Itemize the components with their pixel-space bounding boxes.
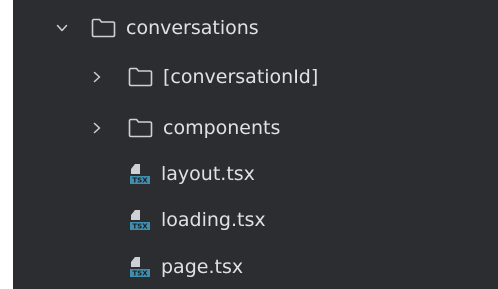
- folder-icon: [128, 118, 153, 138]
- tree-item-loading-tsx[interactable]: TSX loading.tsx: [13, 205, 498, 235]
- chevron-down-icon[interactable]: [55, 21, 69, 35]
- tree-item-components[interactable]: components: [13, 113, 498, 143]
- project-tree-panel: conversations [conversationId] component…: [13, 0, 498, 289]
- tsx-file-icon: TSX: [130, 210, 150, 231]
- svg-text:TSX: TSX: [132, 177, 148, 185]
- tree-item-label: components: [163, 117, 281, 139]
- svg-text:TSX: TSX: [132, 270, 148, 278]
- tree-item-page-tsx[interactable]: TSX page.tsx: [13, 252, 498, 282]
- tree-item-conversations[interactable]: conversations: [13, 13, 498, 43]
- tree-item-label: [conversationId]: [163, 66, 319, 88]
- chevron-right-icon[interactable]: [90, 70, 104, 84]
- tree-item-label: layout.tsx: [161, 163, 255, 185]
- tsx-file-icon: TSX: [130, 257, 150, 278]
- folder-icon: [128, 67, 153, 87]
- tree-item-label: conversations: [126, 17, 259, 39]
- tsx-file-icon: TSX: [130, 164, 150, 185]
- tree-item-label: loading.tsx: [161, 209, 266, 231]
- chevron-right-icon[interactable]: [90, 121, 104, 135]
- tree-item-label: page.tsx: [161, 256, 244, 278]
- tree-item-layout-tsx[interactable]: TSX layout.tsx: [13, 159, 498, 189]
- folder-icon: [91, 18, 116, 38]
- svg-text:TSX: TSX: [132, 223, 148, 231]
- tree-item-conversationId[interactable]: [conversationId]: [13, 62, 498, 92]
